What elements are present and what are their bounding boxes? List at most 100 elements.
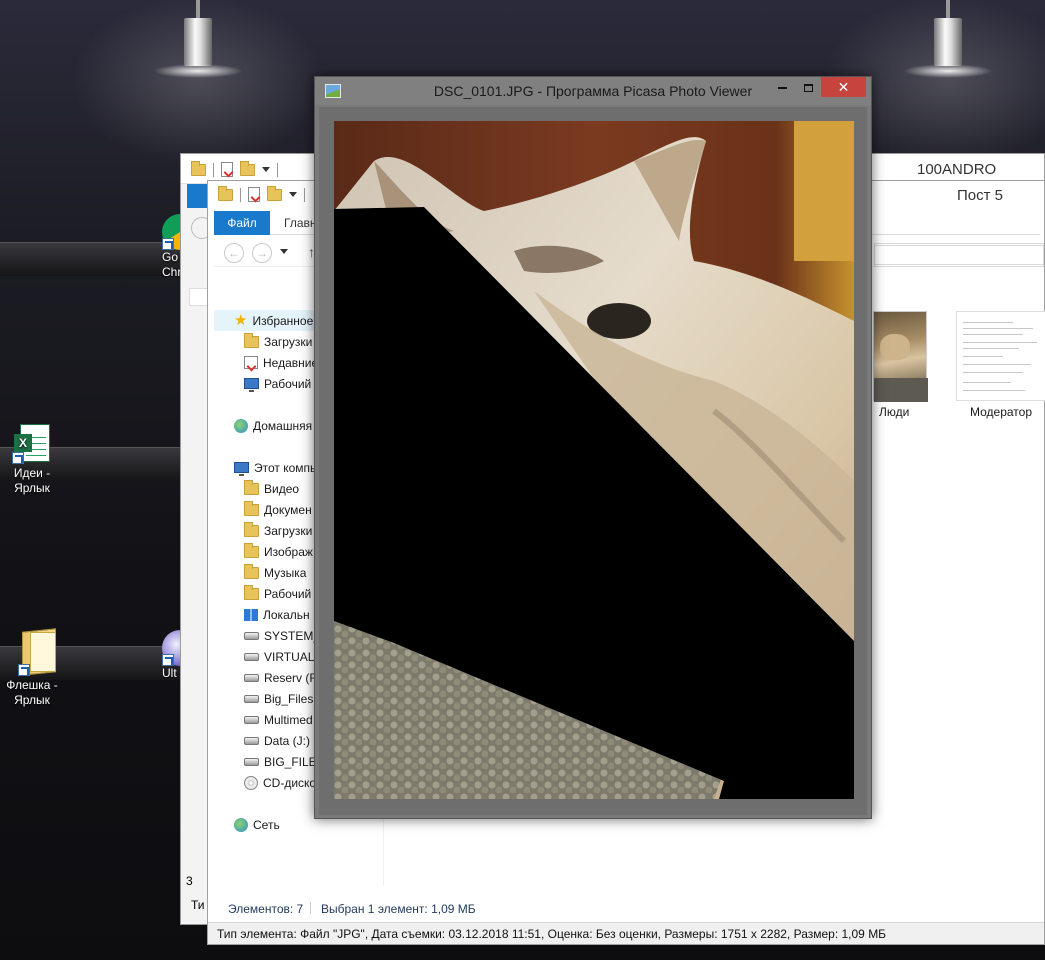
desktop-icon	[244, 378, 259, 392]
folder-icon	[191, 160, 206, 176]
minimize-button[interactable]	[769, 77, 795, 97]
separator	[277, 162, 278, 177]
desktop-folder-icon	[244, 584, 259, 600]
nav-item-label: SYSTEM_	[264, 628, 321, 643]
nav-item-label: Multimed	[264, 712, 313, 727]
cat-photo[interactable]	[334, 121, 854, 799]
new-folder-icon[interactable]	[267, 185, 282, 201]
nav-item-label: Загрузки	[264, 334, 313, 349]
search-input[interactable]	[874, 245, 1044, 267]
chevron-down-icon[interactable]	[262, 167, 270, 172]
nav-item-label: Загрузки	[264, 523, 313, 538]
cat-photo-image	[334, 121, 854, 799]
status-partial: 3	[186, 874, 193, 888]
nav-item-desktop[interactable]: Рабочий	[244, 373, 311, 394]
lamp-decoration	[934, 0, 962, 66]
downloads-folder-icon	[244, 332, 259, 348]
tab-home[interactable]: Главн	[284, 211, 317, 235]
minimize-icon	[777, 86, 787, 89]
desktop-icon-label: Идеи - Ярлык	[13, 466, 51, 495]
window-title: Пост 5	[957, 187, 1004, 204]
document-thumbnail	[956, 311, 1045, 401]
nav-item-label: Избранное	[252, 313, 314, 328]
nav-item-label: Локальн	[263, 607, 310, 622]
desktop-icon-label: Флешка - Ярлык	[6, 678, 58, 707]
shortcut-arrow-icon	[162, 654, 174, 666]
photo-frame	[319, 107, 867, 815]
nav-item-label: CD-диско	[263, 775, 317, 790]
chevron-down-icon[interactable]	[289, 192, 297, 197]
nav-item-videos[interactable]: Видео	[244, 478, 299, 499]
nav-item-local-disk[interactable]: Локальн	[244, 604, 310, 625]
item-count: Элементов: 7	[228, 902, 304, 916]
nav-item-label: Домашняя	[253, 418, 313, 433]
nav-item-label: Big_Files	[264, 691, 314, 706]
network-icon	[234, 817, 248, 832]
info-partial: Ти	[191, 898, 205, 912]
nav-item-drive-virtual[interactable]: VIRTUAL	[244, 646, 314, 667]
arrow-right-icon[interactable]: →	[252, 243, 272, 263]
nav-item-network[interactable]: Сеть	[234, 814, 280, 835]
nav-item-homegroup[interactable]: Домашняя	[234, 415, 312, 436]
nav-item-label: Рабочий	[264, 586, 312, 601]
nav-item-label: Докумен	[264, 502, 312, 517]
separator	[304, 187, 305, 202]
arrow-left-icon[interactable]: ←	[224, 243, 244, 263]
nav-item-label: Рабочий	[264, 376, 312, 391]
pictures-folder-icon	[244, 542, 259, 558]
close-button[interactable]: ✕	[821, 77, 866, 97]
picasa-photo-viewer-window[interactable]: DSC_0101.JPG - Программа Picasa Photo Vi…	[314, 76, 872, 819]
nav-item-label: Недавние	[263, 355, 319, 370]
this-pc-icon	[234, 462, 249, 476]
nav-item-pictures[interactable]: Изображ	[244, 541, 313, 562]
recent-locations-chevron-icon[interactable]	[280, 249, 288, 254]
nav-item-label: Data (J:)	[264, 733, 311, 748]
drive-icon	[244, 715, 259, 724]
nav-item-label: Этот компь	[254, 460, 317, 475]
separator	[213, 162, 214, 177]
tab-file[interactable]: Файл	[214, 211, 270, 235]
music-folder-icon	[244, 563, 259, 579]
drive-icon	[244, 736, 259, 745]
title-bar[interactable]: DSC_0101.JPG - Программа Picasa Photo Vi…	[315, 77, 871, 105]
nav-item-label: Reserv (F:	[264, 670, 321, 685]
nav-item-drive-multimedia[interactable]: Multimed	[244, 709, 313, 730]
nav-item-drive-bigfiles[interactable]: Big_Files	[244, 688, 313, 709]
homegroup-icon	[234, 418, 248, 433]
nav-item-drive-system[interactable]: SYSTEM_	[244, 625, 320, 646]
nav-item-drive-reserv[interactable]: Reserv (F:	[244, 667, 320, 688]
nav-item-drive-big-files[interactable]: BIG_FILES	[244, 751, 325, 772]
new-folder-icon[interactable]	[240, 160, 255, 176]
windows-drive-icon	[244, 608, 258, 621]
file-item-label: Модератор	[970, 405, 1033, 419]
desktop-icon-flash[interactable]: Флешка - Ярлык	[0, 626, 64, 708]
nav-item-label: Музыка	[264, 565, 307, 580]
desktop-icon-ideas[interactable]: X Идеи - Ярлык	[0, 424, 64, 496]
drive-icon	[244, 652, 259, 661]
maximize-button[interactable]	[795, 77, 821, 97]
file-item-label: Люди	[879, 405, 910, 419]
drive-icon	[244, 757, 259, 766]
nav-item-recent[interactable]: Недавние	[244, 352, 318, 373]
recent-places-icon	[244, 356, 258, 369]
shortcut-arrow-icon	[162, 238, 174, 250]
documents-folder-icon	[244, 500, 259, 516]
file-details-bar: Тип элемента: Файл "JPG", Дата съемки: 0…	[208, 922, 1044, 944]
shortcut-arrow-icon	[18, 664, 30, 676]
properties-icon[interactable]	[221, 162, 233, 177]
nav-item-this-pc[interactable]: Этот компь	[234, 457, 316, 478]
nav-item-documents[interactable]: Докумен	[244, 499, 312, 520]
nav-item-downloads[interactable]: Загрузки	[244, 331, 312, 352]
properties-icon[interactable]	[248, 187, 260, 202]
selection-info: Выбран 1 элемент: 1,09 МБ	[321, 902, 476, 916]
nav-item-label: Видео	[264, 481, 300, 496]
drive-icon	[244, 631, 259, 640]
nav-item-music[interactable]: Музыка	[244, 562, 306, 583]
nav-item-cd-drive[interactable]: CD-диско	[244, 772, 316, 793]
nav-item-downloads-pc[interactable]: Загрузки	[244, 520, 312, 541]
shortcut-arrow-icon	[12, 452, 24, 464]
nav-item-desktop-pc[interactable]: Рабочий	[244, 583, 311, 604]
downloads-folder-icon	[244, 521, 259, 537]
drive-icon	[244, 694, 259, 703]
nav-item-drive-data[interactable]: Data (J:)	[244, 730, 310, 751]
